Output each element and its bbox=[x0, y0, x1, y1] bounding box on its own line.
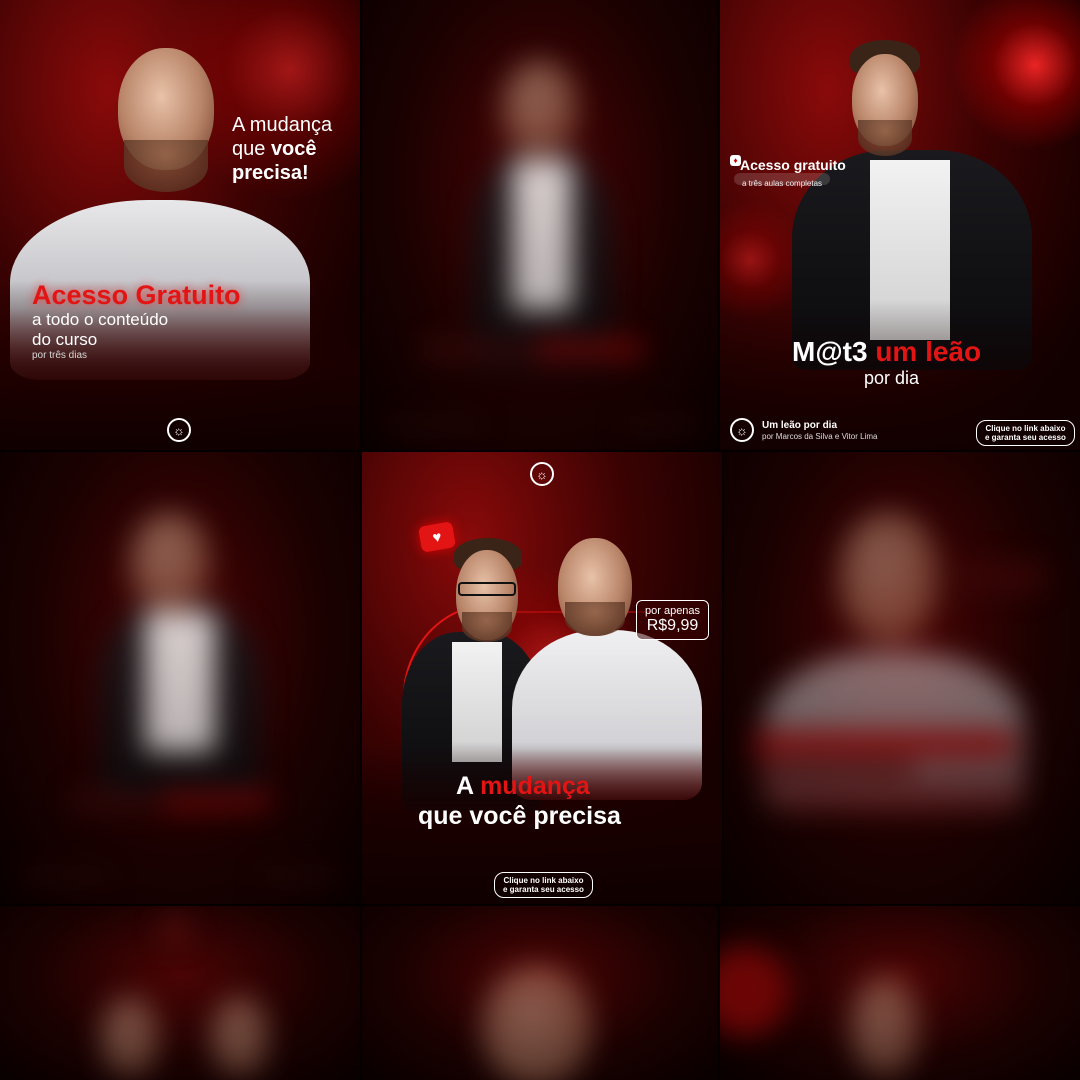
headline-plain: M@t3 bbox=[792, 336, 868, 367]
badge-subtitle-pill: a três aulas completas bbox=[734, 173, 831, 188]
blurred-preview bbox=[362, 906, 718, 1080]
lion-logo-icon: ☼ bbox=[730, 418, 754, 442]
price-tag: por apenas R$9,99 bbox=[636, 600, 710, 640]
blurred-preview bbox=[0, 452, 360, 904]
post-tile-blurred-6[interactable] bbox=[724, 452, 1080, 904]
blurred-preview bbox=[720, 906, 1080, 1080]
post-tile-blurred-9[interactable] bbox=[720, 906, 1080, 1080]
offer-line2: do curso bbox=[32, 330, 98, 349]
post-tile-blurred-8[interactable] bbox=[362, 906, 718, 1080]
cta-line2: e garanta seu acesso bbox=[985, 433, 1066, 442]
headline-line2: por dia bbox=[864, 368, 920, 388]
brand-authors: por Marcos da Silva e Vitor Lima bbox=[762, 432, 878, 441]
headline-line3: precisa! bbox=[232, 162, 309, 184]
headline-line2-plain: que bbox=[232, 138, 271, 160]
blurred-preview bbox=[362, 0, 718, 450]
post-tile-blurred-2[interactable] bbox=[362, 0, 718, 450]
post-tile-um-leao[interactable]: ♦ Acesso gratuito a três aulas completas… bbox=[720, 0, 1080, 450]
headline-line1: A mudança bbox=[232, 114, 333, 136]
headline: M@t3 um leão bbox=[792, 336, 981, 368]
offer-note: por três dias bbox=[32, 350, 88, 361]
headline-red: mudança bbox=[480, 772, 590, 800]
headline-line1: A mudança bbox=[456, 772, 590, 801]
offer-line1: a todo o conteúdo bbox=[32, 310, 169, 329]
price-value: R$9,99 bbox=[646, 617, 699, 634]
post-tile-gratuito[interactable]: A mudança que você precisa! Acesso Gratu… bbox=[0, 0, 360, 450]
post-tile-blurred-7[interactable] bbox=[0, 906, 360, 1080]
headline-line2-bold: você bbox=[270, 138, 317, 160]
cta-line2: e garanta seu acesso bbox=[503, 885, 584, 894]
badge-subtitle: a três aulas completas bbox=[742, 179, 823, 188]
headline-a: A bbox=[456, 772, 481, 800]
offer-title: Acesso Gratuito bbox=[32, 280, 241, 310]
post-tile-blurred-4[interactable] bbox=[0, 452, 360, 904]
blurred-preview bbox=[724, 452, 1080, 904]
headline-line2: que você bbox=[232, 138, 317, 161]
blurred-preview bbox=[0, 906, 360, 1080]
cta-button[interactable]: Clique no link abaixo e garanta seu aces… bbox=[494, 872, 593, 898]
badge-title: Acesso gratuito bbox=[740, 157, 846, 173]
brand-name: Um leão por dia bbox=[762, 420, 838, 431]
cta-line1: Clique no link abaixo bbox=[985, 424, 1066, 433]
headline-line2: que você precisa bbox=[418, 802, 621, 830]
post-tile-mudanca[interactable]: ☼ ♥ por apenas R$9,99 A mudança que você… bbox=[362, 452, 722, 904]
headline-red: um leão bbox=[875, 336, 982, 367]
price-label: por apenas bbox=[645, 605, 701, 617]
lion-logo-icon: ☼ bbox=[167, 418, 191, 442]
cta-button[interactable]: Clique no link abaixo e garanta seu aces… bbox=[976, 420, 1075, 446]
cta-line1: Clique no link abaixo bbox=[503, 876, 584, 885]
